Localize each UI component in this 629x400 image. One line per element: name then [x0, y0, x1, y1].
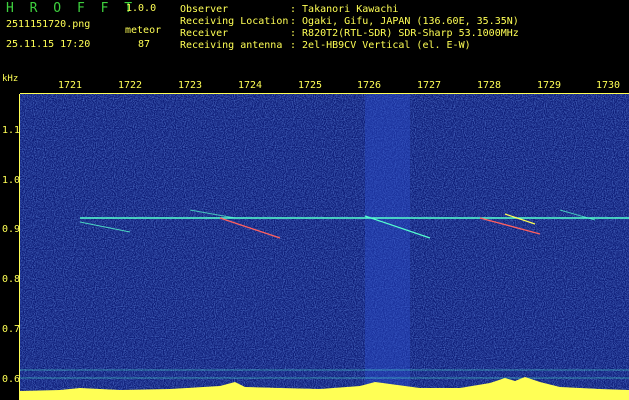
time-tick: 1730 — [596, 80, 621, 91]
freq-tick: 1.0 — [2, 175, 21, 186]
time-tick: 1727 — [417, 80, 442, 91]
meteor-count: 87 — [138, 39, 151, 50]
meteor-label: meteor — [125, 25, 162, 36]
spectrogram[interactable] — [20, 94, 629, 400]
time-tick: 1721 — [58, 80, 83, 91]
freq-tick: 0.8 — [2, 274, 21, 285]
time-tick: 1723 — [178, 80, 203, 91]
info-key-receiver: Receiver — [180, 28, 229, 39]
info-key-observer: Observer — [180, 4, 229, 15]
freq-tick: 0.6 — [2, 374, 21, 385]
info-value-receiver: : R820T2(RTL-SDR) SDR-Sharp 53.1000MHz — [290, 28, 519, 39]
datetime: 25.11.15 17:20 — [6, 39, 91, 50]
file-name: 2511151720.png — [6, 19, 91, 30]
info-value-antenna: : 2el-HB9CV Vertical (el. E-W) — [290, 40, 471, 51]
spectrogram-canvas — [20, 94, 629, 400]
time-tick: 1728 — [477, 80, 502, 91]
time-tick: 1724 — [238, 80, 263, 91]
time-tick: 1725 — [298, 80, 323, 91]
freq-tick: 1.1 — [2, 125, 21, 136]
info-key-antenna: Receiving antenna — [180, 40, 283, 51]
header-panel: H R O F F T 1.0.0 2511151720.png meteor … — [0, 0, 629, 60]
y-axis-unit: kHz — [2, 74, 19, 84]
noise-layer — [20, 94, 629, 400]
freq-tick: 0.7 — [2, 324, 21, 335]
info-value-observer: : Takanori Kawachi — [290, 4, 399, 15]
time-tick: 1722 — [118, 80, 143, 91]
info-key-location: Receiving Location — [180, 16, 289, 27]
freq-tick: 0.9 — [2, 224, 21, 235]
app-version: 1.0.0 — [126, 3, 157, 14]
time-tick: 1726 — [357, 80, 382, 91]
app-name: H R O F F T — [6, 1, 137, 16]
time-tick: 1729 — [537, 80, 562, 91]
info-value-location: : Ogaki, Gifu, JAPAN (136.60E, 35.35N) — [290, 16, 519, 27]
noise-band — [365, 94, 410, 400]
